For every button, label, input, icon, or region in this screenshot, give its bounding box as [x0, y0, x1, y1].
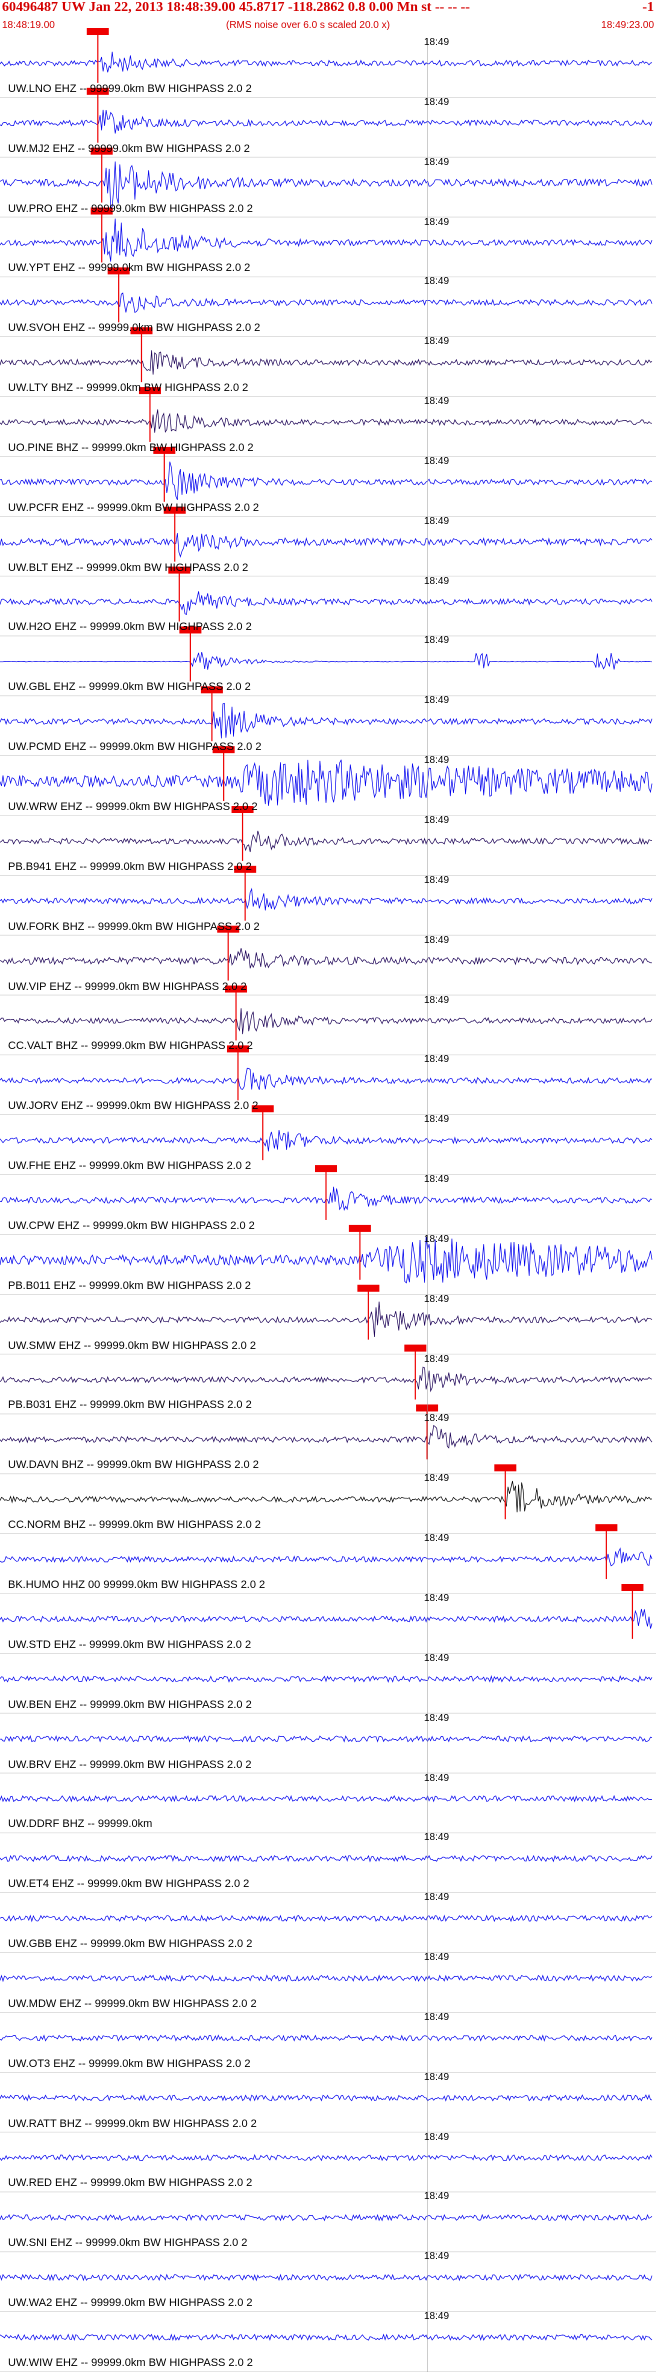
waveform-trace: [0, 1301, 653, 1338]
waveform-trace: [0, 1914, 653, 1923]
waveform-trace: [0, 1067, 653, 1090]
pick-flag: [130, 327, 153, 335]
waveform-trace: [0, 2213, 653, 2222]
pick-flag: [416, 1404, 439, 1412]
pick-flag: [226, 1045, 249, 1053]
waveform-trace: [0, 2094, 653, 2102]
waveform-trace: [0, 948, 652, 969]
waveform-trace: [0, 533, 653, 558]
waveform-trace: [0, 1608, 653, 1629]
waveform-trace: [0, 887, 653, 911]
waveform-trace: [0, 652, 653, 670]
pick-flag: [621, 1584, 644, 1591]
pick-flag: [348, 1224, 371, 1232]
waveform-trace: [0, 1130, 653, 1152]
waveform-trace: [0, 1675, 653, 1684]
pick-flag: [163, 506, 186, 514]
waveform-trace: [0, 409, 653, 433]
pick-flag: [357, 1284, 380, 1292]
waveform-trace: [0, 218, 653, 262]
pick-flag: [404, 1344, 427, 1352]
pick-flag: [231, 806, 254, 813]
waveform-trace: [0, 1547, 653, 1567]
pick-flag: [494, 1464, 517, 1472]
waveform-trace: [0, 1008, 653, 1035]
waveform-trace: [0, 2153, 653, 2162]
pick-flag: [595, 1524, 618, 1532]
pick-flag: [86, 87, 109, 95]
pick-flag: [179, 626, 202, 634]
pick-flag: [90, 147, 113, 155]
pick-flag: [107, 267, 130, 275]
waveform-trace: [0, 2034, 653, 2042]
waveform-trace: [0, 350, 653, 375]
waveform-trace: [0, 1480, 653, 1513]
waveform-trace: [0, 461, 653, 500]
pick-flag: [251, 1105, 274, 1113]
waveform-trace: [0, 292, 653, 313]
waveform-trace: [0, 1974, 653, 1983]
waveform-trace: [0, 1366, 653, 1393]
pick-flag: [225, 985, 248, 993]
waveform-trace: [0, 759, 653, 806]
seismogram-plot: [0, 28, 656, 2372]
pick-flag: [212, 746, 235, 754]
waveform-trace: [0, 2333, 653, 2342]
waveform-trace: [0, 1236, 653, 1284]
waveform-trace: [0, 830, 653, 853]
pick-flag: [86, 28, 109, 35]
pick-flag: [90, 207, 113, 215]
waveform-trace: [0, 2273, 653, 2282]
pick-flag: [153, 446, 176, 454]
pick-flag: [168, 566, 191, 574]
pick-flag: [217, 925, 240, 933]
waveform-trace: [0, 1735, 653, 1743]
pick-flag: [234, 865, 257, 873]
waveform-trace: [0, 591, 653, 616]
waveform-trace: [0, 1424, 653, 1449]
pick-flag: [200, 686, 223, 694]
waveform-trace: [0, 1794, 653, 1803]
pick-flag: [138, 387, 161, 395]
waveform-trace: [0, 702, 653, 739]
waveform-trace: [0, 1854, 653, 1863]
pick-flag: [315, 1165, 337, 1173]
waveform-trace: [0, 161, 653, 209]
